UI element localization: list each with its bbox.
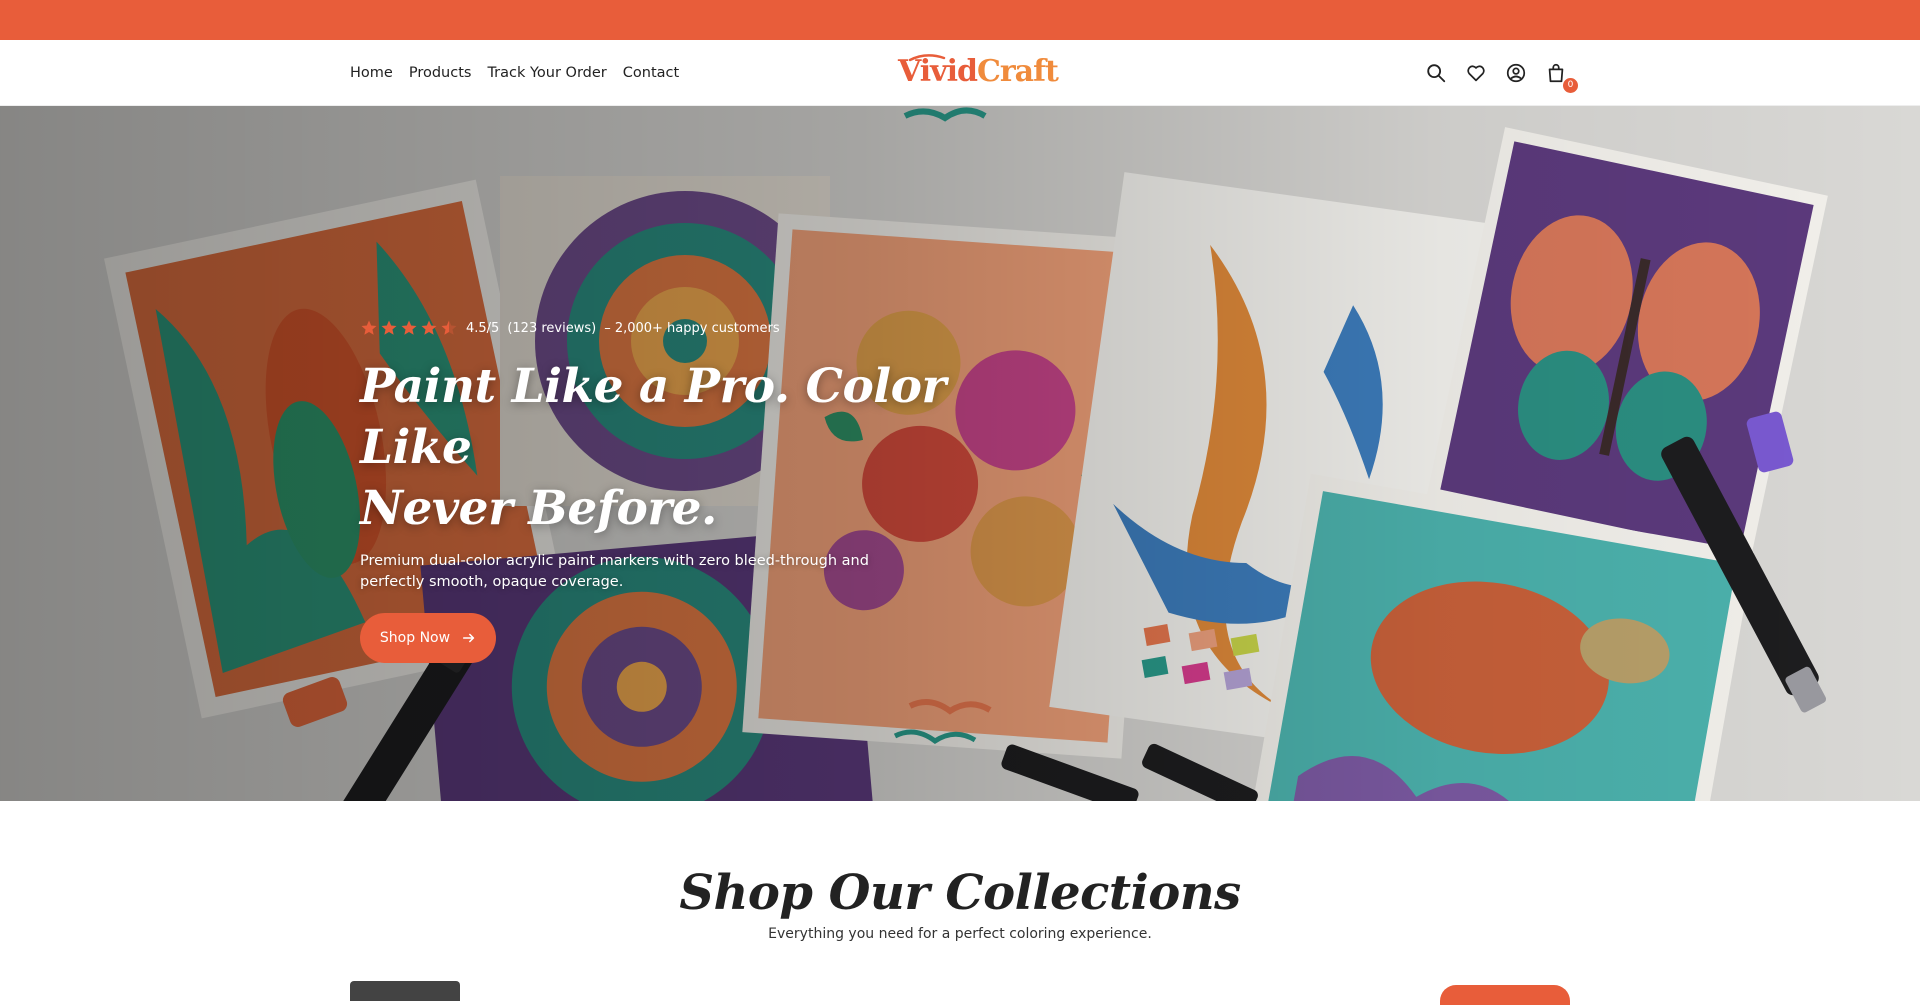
search-button[interactable] bbox=[1424, 61, 1448, 85]
cart-count-badge: 0 bbox=[1563, 78, 1578, 93]
collections-subtitle: Everything you need for a perfect colori… bbox=[768, 926, 1152, 942]
account-icon bbox=[1506, 63, 1526, 83]
star-icon bbox=[421, 320, 437, 335]
heart-icon bbox=[1467, 65, 1485, 82]
hero-title-line-1: Paint Like a Pro. Color Like bbox=[360, 359, 946, 475]
collections-section: Shop Our Collections Everything you need… bbox=[0, 801, 1920, 1005]
cart-button[interactable]: 0 bbox=[1544, 61, 1578, 93]
site-header: Home Products Track Your Order Contact V… bbox=[0, 40, 1920, 106]
arrow-right-icon bbox=[463, 633, 475, 643]
shop-now-button[interactable]: Shop Now bbox=[360, 613, 496, 663]
hero-subtitle: Premium dual-color acrylic paint markers… bbox=[360, 553, 869, 590]
announcement-bar bbox=[0, 0, 1920, 40]
star-icon bbox=[401, 320, 417, 335]
nav-track-order[interactable]: Track Your Order bbox=[487, 65, 606, 81]
logo-part-craft: Craft bbox=[976, 54, 1059, 89]
hero-overlay bbox=[0, 106, 1920, 801]
hero-title-line-2: Never Before. bbox=[360, 481, 717, 536]
account-button[interactable] bbox=[1504, 61, 1528, 85]
nav-contact[interactable]: Contact bbox=[623, 65, 679, 81]
nav-products[interactable]: Products bbox=[409, 65, 472, 81]
star-icon bbox=[361, 320, 377, 335]
wishlist-button[interactable] bbox=[1464, 61, 1488, 85]
star-icon bbox=[381, 320, 397, 335]
main-nav: Home Products Track Your Order Contact bbox=[350, 40, 679, 106]
header-actions: 0 bbox=[1424, 40, 1578, 106]
nav-home[interactable]: Home bbox=[350, 65, 393, 81]
rating-reviews: (123 reviews) bbox=[507, 320, 597, 336]
hero-rating: 4.5/5 (123 reviews) – 2,000+ happy custo… bbox=[360, 318, 960, 338]
shop-now-label: Shop Now bbox=[379, 630, 451, 646]
search-icon bbox=[1427, 64, 1446, 83]
star-half-icon bbox=[441, 320, 457, 335]
collections-title: Shop Our Collections bbox=[679, 865, 1241, 921]
collection-heading-peek bbox=[350, 981, 470, 1001]
star-rating bbox=[360, 319, 458, 337]
hero-banner: 4.5/5 (123 reviews) – 2,000+ happy custo… bbox=[0, 106, 1920, 801]
hero-title: Paint Like a Pro. Color Like Never Befor… bbox=[360, 356, 960, 539]
rating-score: 4.5/5 bbox=[466, 320, 500, 336]
hero-content: 4.5/5 (123 reviews) – 2,000+ happy custo… bbox=[360, 318, 960, 663]
view-all-button[interactable] bbox=[1440, 985, 1570, 1005]
site-logo[interactable]: VividCraft bbox=[898, 52, 1059, 92]
logo-swash-icon bbox=[908, 54, 946, 62]
rating-customers: – 2,000+ happy customers bbox=[604, 320, 780, 336]
